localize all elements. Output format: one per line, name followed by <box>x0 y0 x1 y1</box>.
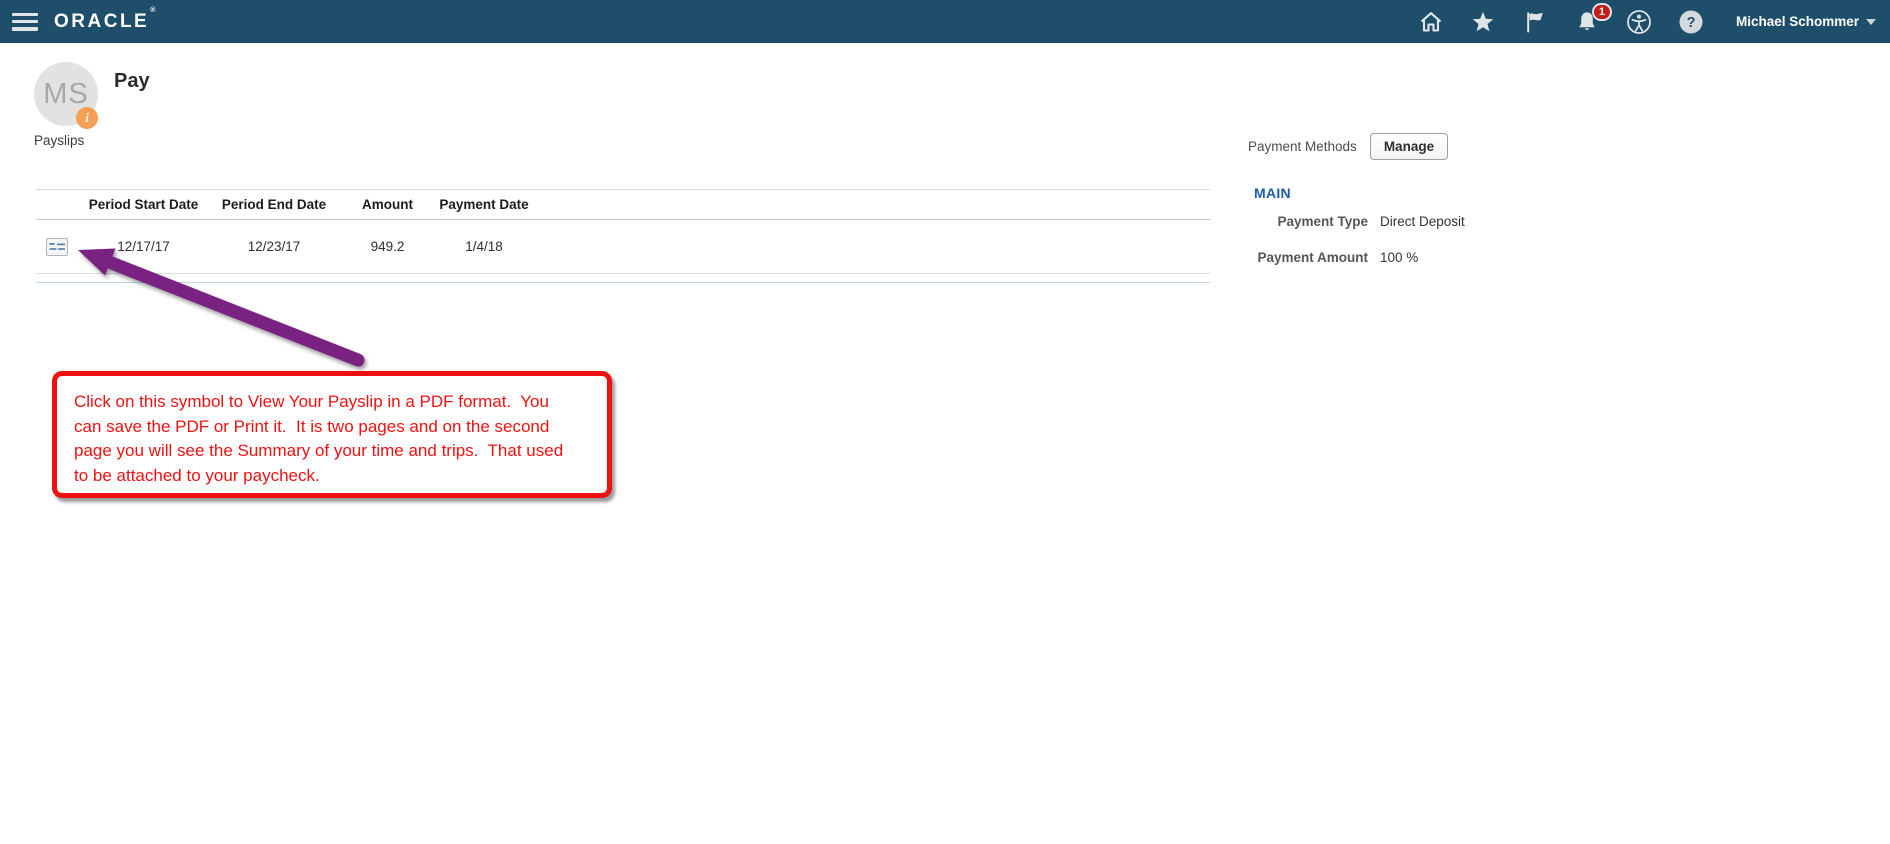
avatar-initials: MS <box>43 78 89 111</box>
info-badge-icon[interactable]: i <box>76 107 98 129</box>
favorites-star-icon[interactable] <box>1470 9 1496 35</box>
payment-method-details: Payment Type Direct Deposit Payment Amou… <box>1253 214 1465 265</box>
oracle-logo: ORACLE® <box>54 11 154 33</box>
chevron-down-icon <box>1866 19 1876 25</box>
column-header-period-end-date[interactable]: Period End Date <box>209 197 339 212</box>
column-header-amount[interactable]: Amount <box>339 197 436 212</box>
notifications-bell-icon[interactable]: 1 <box>1574 9 1600 35</box>
payment-type-field: Payment Type Direct Deposit <box>1253 214 1465 229</box>
flag-icon[interactable] <box>1522 9 1548 35</box>
help-icon[interactable]: ? <box>1678 9 1704 35</box>
cell-payment-date: 1/4/18 <box>436 239 532 254</box>
payslip-row[interactable]: 12/17/17 12/23/17 949.2 1/4/18 <box>36 220 1210 274</box>
header-actions: 1 ? Michael Schommer <box>1418 9 1890 35</box>
payment-methods-label: Payment Methods <box>1248 139 1357 154</box>
svg-text:?: ? <box>1687 15 1696 31</box>
hamburger-menu-icon[interactable] <box>12 13 38 31</box>
main-section-title: MAIN <box>1254 185 1291 201</box>
notification-count-badge[interactable]: 1 <box>1592 3 1612 21</box>
column-header-payment-date[interactable]: Payment Date <box>436 197 532 212</box>
column-header-period-start-date[interactable]: Period Start Date <box>78 197 209 212</box>
manage-button[interactable]: Manage <box>1370 133 1448 160</box>
cell-period-start-date: 12/17/17 <box>78 239 209 254</box>
payment-amount-field: Payment Amount 100 % <box>1253 250 1465 265</box>
payment-methods-header: Payment Methods Manage <box>1248 131 1448 161</box>
payment-type-value: Direct Deposit <box>1380 214 1465 229</box>
cell-period-end-date: 12/23/17 <box>209 239 339 254</box>
page-title: Pay <box>114 70 150 93</box>
payment-type-label: Payment Type <box>1253 214 1368 229</box>
cell-amount: 949.2 <box>339 239 436 254</box>
payslips-table: Period Start Date Period End Date Amount… <box>36 189 1210 274</box>
table-end-line <box>36 282 1210 283</box>
home-icon[interactable] <box>1418 9 1444 35</box>
pay-page: ORACLE® <box>0 0 1890 844</box>
annotation-text: Click on this symbol to View Your Paysli… <box>74 390 591 488</box>
payment-amount-value: 100 % <box>1380 250 1418 265</box>
user-name: Michael Schommer <box>1736 14 1859 29</box>
annotation-callout-box: Click on this symbol to View Your Paysli… <box>52 371 612 498</box>
accessibility-icon[interactable] <box>1626 9 1652 35</box>
brand-text: ORACLE <box>54 11 149 32</box>
app-header: ORACLE® <box>0 0 1890 43</box>
payslips-section-label: Payslips <box>34 133 84 148</box>
table-header-row: Period Start Date Period End Date Amount… <box>36 189 1210 220</box>
view-payslip-pdf-icon[interactable] <box>46 238 68 256</box>
payment-amount-label: Payment Amount <box>1253 250 1368 265</box>
user-menu[interactable]: Michael Schommer <box>1736 14 1876 29</box>
registered-mark: ® <box>150 7 155 14</box>
